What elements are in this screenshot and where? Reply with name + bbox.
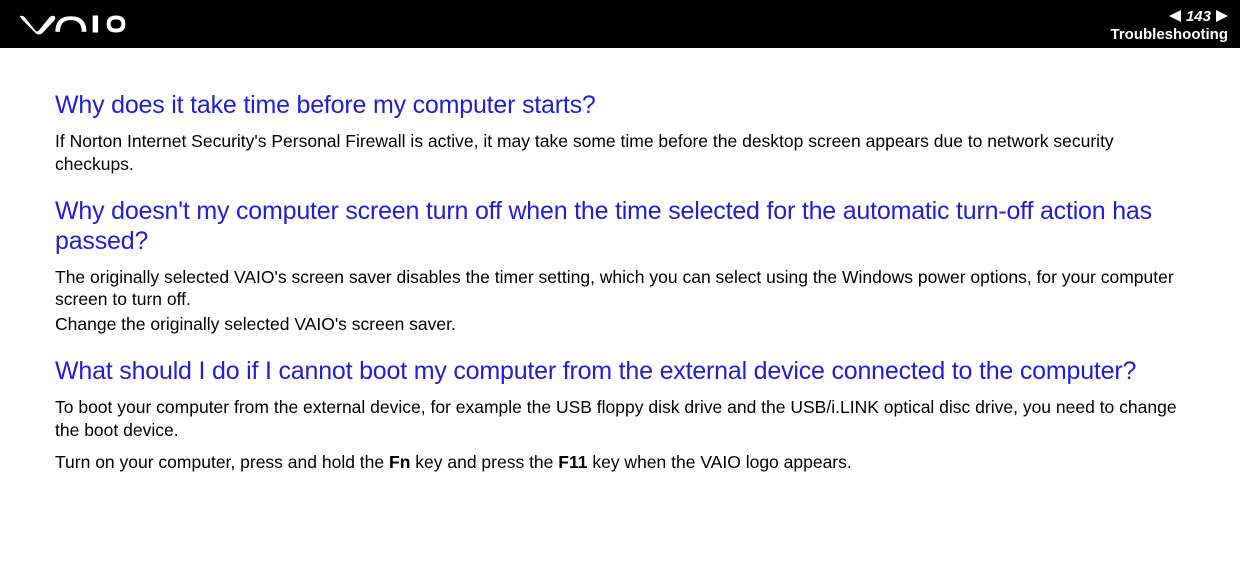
answer-2: The originally selected VAIO's screen sa… [55,266,1185,336]
question-1-heading: Why does it take time before my computer… [55,90,1185,120]
answer-3-p1: To boot your computer from the external … [55,396,1185,442]
answer-3-p2: Turn on your computer, press and hold th… [55,451,1185,474]
fn-key: Fn [389,452,410,472]
question-3-heading: What should I do if I cannot boot my com… [55,356,1185,386]
page-number: 143 [1183,8,1214,25]
f11-key: F11 [558,452,587,472]
answer-2-p1: The originally selected VAIO's screen sa… [55,266,1185,312]
answer-2-p2: Change the originally selected VAIO's sc… [55,313,1185,336]
content-area: Why does it take time before my computer… [0,48,1240,514]
nav-next-icon[interactable] [1216,10,1228,22]
question-2-heading: Why doesn't my computer screen turn off … [55,196,1185,256]
header-bar: 143 Troubleshooting [0,0,1240,48]
header-right: 143 Troubleshooting [1111,6,1229,43]
answer-1-text: If Norton Internet Security's Personal F… [55,130,1185,176]
answer-3: To boot your computer from the external … [55,396,1185,474]
vaio-logo [18,12,158,36]
answer-1: If Norton Internet Security's Personal F… [55,130,1185,176]
nav-prev-icon[interactable] [1169,10,1181,22]
page-navigation: 143 [1169,8,1228,25]
section-title: Troubleshooting [1111,26,1229,43]
